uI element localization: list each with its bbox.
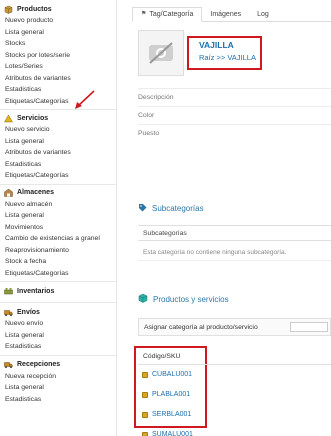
warehouse-icon xyxy=(4,188,13,197)
sidebar-item-etiquetas[interactable]: Etiquetas/Categorías xyxy=(0,170,116,182)
annotation-arrow-icon xyxy=(75,90,95,109)
tab-label: Tag/Categoría xyxy=(149,11,194,18)
section-title: Servicios xyxy=(17,114,49,122)
product-row[interactable]: PLABLA001 xyxy=(142,388,190,402)
section-productos[interactable]: Productos xyxy=(0,3,116,15)
section-inventarios[interactable]: Inventarios xyxy=(0,285,116,297)
sidebar-item-stock-fecha[interactable]: Stock a fecha xyxy=(0,256,116,268)
sidebar-item-stocks-lotes[interactable]: Stocks por lotes/serie xyxy=(0,50,116,62)
assign-product-input[interactable] xyxy=(290,322,328,332)
section-almacenes[interactable]: Almacenes xyxy=(0,187,116,199)
product-sku: SUMALU001 xyxy=(152,431,193,436)
section-title: Productos xyxy=(17,5,52,13)
tab-tag-categoria[interactable]: ⚑ Tag/Categoría xyxy=(132,7,203,22)
divider xyxy=(0,354,116,356)
breadcrumb[interactable]: Raíz >> VAJILLA xyxy=(199,53,256,62)
sidebar-item-nueva-recepcion[interactable]: Nueva recepción xyxy=(0,371,116,383)
field-color: Color xyxy=(138,106,331,124)
sidebar-item-etiquetas[interactable]: Etiquetas/Categorías xyxy=(0,268,116,280)
section-title: Almacenes xyxy=(17,189,54,196)
field-puesto: Puesto xyxy=(138,124,331,142)
assign-product-row: Asignar categoría al producto/servicio xyxy=(138,318,331,336)
sidebar-item-estadisticas[interactable]: Estadisticas xyxy=(0,159,116,171)
sidebar-item-lista-general[interactable]: Lista general xyxy=(0,27,116,39)
product-icon xyxy=(142,412,148,418)
sku-column-header[interactable]: Código/SKU xyxy=(138,349,331,365)
tab-imagenes[interactable]: Imágenes xyxy=(202,7,249,22)
main-content: ⚑ Tag/Categoría Imágenes Log VAJILLA Raí… xyxy=(118,0,331,436)
sidebar-item-estadisticas[interactable]: Estadisticas xyxy=(0,84,116,96)
product-sku: CUBALU001 xyxy=(152,371,193,378)
sidebar-item-lista-general[interactable]: Lista general xyxy=(0,330,116,342)
assign-label: Asignar categoría al producto/servicio xyxy=(144,324,258,331)
sidebar: Productos Nuevo producto Lista general S… xyxy=(0,0,117,436)
sidebar-item-nuevo-servicio[interactable]: Nuevo servicio xyxy=(0,124,116,136)
subcategories-empty-message: Esta categoría no contiene ninguna subca… xyxy=(138,245,331,261)
product-row[interactable]: SERBLA001 xyxy=(142,408,191,422)
box-icon xyxy=(4,5,13,14)
divider xyxy=(0,302,116,303)
sidebar-item-nuevo-producto[interactable]: Nuevo producto xyxy=(0,15,116,27)
sidebar-item-estadisticas[interactable]: Estadisticas xyxy=(0,394,116,406)
sidebar-item-lista-general[interactable]: Lista general xyxy=(0,210,116,222)
category-title: VAJILLA xyxy=(199,40,234,50)
tag-icon: ⚑ xyxy=(141,11,147,17)
product-icon xyxy=(142,432,148,436)
inventory-icon xyxy=(4,287,13,296)
sidebar-item-nuevo-envio[interactable]: Nuevo envío xyxy=(0,318,116,330)
product-row[interactable]: SUMALU001 xyxy=(142,428,193,436)
tab-log[interactable]: Log xyxy=(249,7,277,22)
sidebar-item-cambio-existencias[interactable]: Cambio de existencias a granel xyxy=(0,233,116,245)
subcategories-title-text: Subcategorías xyxy=(152,204,204,213)
truck-icon xyxy=(4,308,13,317)
sidebar-item-atributos[interactable]: Atributos de variantes xyxy=(0,73,116,85)
warning-icon xyxy=(4,113,13,123)
product-sku: PLABLA001 xyxy=(152,391,191,398)
sidebar-item-movimientos[interactable]: Movimientos xyxy=(0,222,116,234)
subcategories-title: Subcategorías xyxy=(138,203,204,214)
category-photo-placeholder[interactable] xyxy=(138,30,184,76)
product-sku: SERBLA001 xyxy=(152,411,192,418)
section-servicios[interactable]: Servicios xyxy=(0,112,116,124)
product-icon xyxy=(142,392,148,398)
divider xyxy=(0,281,116,282)
products-title-text: Productos y servicios xyxy=(153,294,229,304)
sidebar-item-lotes-series[interactable]: Lotes/Series xyxy=(0,61,116,73)
receipt-icon xyxy=(4,360,13,369)
cube-icon xyxy=(138,293,148,305)
product-row[interactable]: CUBALU001 xyxy=(142,368,192,382)
sidebar-item-stocks[interactable]: Stocks xyxy=(0,38,116,50)
sidebar-item-atributos[interactable]: Atributos de variantes xyxy=(0,147,116,159)
sidebar-item-reaprovisionamiento[interactable]: Reaprovisionamiento xyxy=(0,245,116,257)
sidebar-item-nuevo-almacen[interactable]: Nuevo almacén xyxy=(0,199,116,211)
field-descripcion: Descripción xyxy=(138,88,331,106)
tag-icon xyxy=(138,203,147,214)
no-image-icon xyxy=(149,42,173,64)
tab-bar: ⚑ Tag/Categoría Imágenes Log xyxy=(132,7,331,22)
section-title: Inventarios xyxy=(17,287,55,295)
sidebar-item-lista-general[interactable]: Lista general xyxy=(0,382,116,394)
sidebar-item-etiquetas[interactable]: Etiquetas/Categorías xyxy=(0,96,116,108)
sidebar-item-lista-general[interactable]: Lista general xyxy=(0,136,116,148)
subcategories-header: Subcategorías xyxy=(138,225,331,241)
products-title: Productos y servicios xyxy=(138,293,229,305)
section-title: Recepciones xyxy=(17,361,61,368)
divider xyxy=(0,109,116,110)
product-icon xyxy=(142,372,148,378)
section-recepciones[interactable]: Recepciones xyxy=(0,359,116,371)
divider xyxy=(0,183,116,185)
sidebar-item-estadisticas[interactable]: Estadisticas xyxy=(0,341,116,353)
section-envios[interactable]: Envíos xyxy=(0,306,116,318)
section-title: Envíos xyxy=(17,308,40,316)
